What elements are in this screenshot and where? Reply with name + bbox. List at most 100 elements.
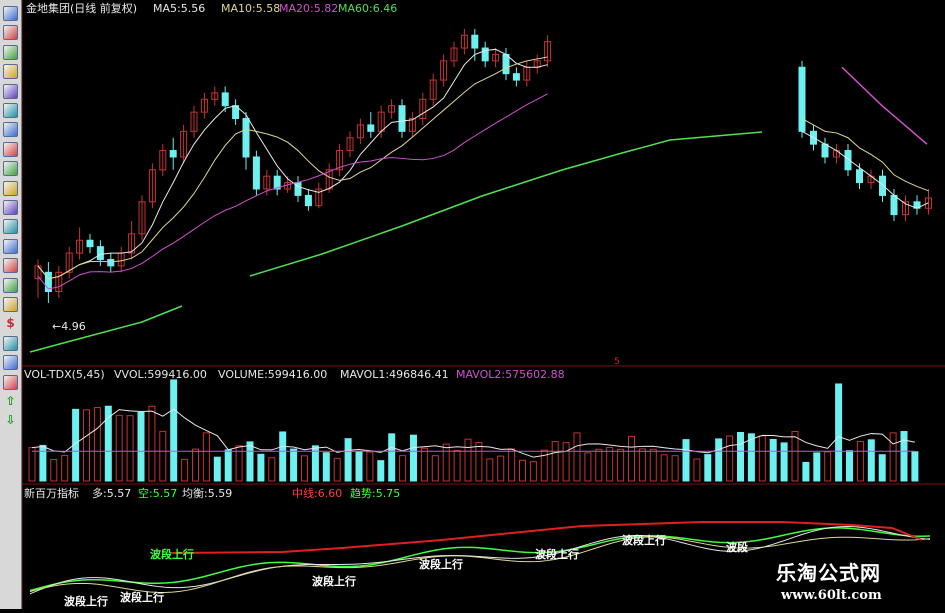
volume-bar	[693, 458, 701, 482]
volume-bar	[192, 448, 199, 482]
tool-icon[interactable]	[3, 335, 18, 351]
kline-icon[interactable]	[3, 6, 18, 21]
volume-bar	[726, 435, 734, 482]
trend-icon[interactable]	[3, 25, 18, 41]
price-candle	[502, 53, 510, 75]
price-candle	[879, 175, 886, 196]
volume-bar	[835, 383, 843, 482]
volume-bar	[431, 455, 439, 482]
price-marker: 5	[614, 357, 620, 367]
price-candle	[242, 118, 250, 158]
volume-bar	[268, 457, 276, 482]
volume-bar	[900, 431, 908, 482]
volume-bar	[170, 379, 178, 482]
volume-bar	[148, 405, 156, 482]
volume-bar	[159, 430, 167, 482]
volume-bar	[50, 459, 58, 482]
volume-bar	[802, 461, 810, 482]
volume-bar	[889, 432, 897, 482]
chart-icon[interactable]	[3, 44, 18, 60]
volume-bar	[508, 448, 516, 482]
window-icon[interactable]	[3, 258, 18, 274]
volume-bar	[290, 448, 298, 482]
volume-bar	[856, 440, 864, 482]
volume-label: VOLUME:599416.00	[218, 368, 328, 381]
note-icon[interactable]	[3, 180, 18, 196]
volume-bar	[660, 454, 668, 482]
chart-area: 5 金地集团(日线 前复权) MA5:5.56 MA10:5.58 MA20:5…	[21, 0, 945, 609]
volume-bar	[562, 442, 570, 482]
main-chart-title: 金地集团(日线 前复权)	[26, 2, 138, 15]
users-icon[interactable]	[3, 161, 18, 177]
volume-bar	[846, 450, 853, 482]
price-candle	[821, 143, 829, 158]
volume-bar	[758, 435, 766, 482]
duo-label: 多:5.57	[92, 487, 132, 500]
volume-bar	[551, 441, 559, 482]
vol-indicator-name: VOL-TDX(5,45)	[24, 368, 105, 381]
window-icon[interactable]	[3, 238, 18, 254]
grid-icon[interactable]	[3, 103, 18, 118]
volume-bar	[813, 452, 821, 482]
volume-bar	[388, 433, 396, 482]
table-icon[interactable]	[3, 64, 18, 80]
price-candle	[398, 105, 406, 132]
wave-label-1: 波段上行	[150, 548, 194, 561]
wave-label-2: 波段上行	[64, 595, 108, 608]
volume-bar	[246, 441, 254, 482]
volume-bar	[355, 451, 363, 482]
mail-icon[interactable]	[3, 141, 18, 157]
price-candle	[86, 239, 94, 248]
chart-icon[interactable]	[3, 122, 18, 138]
volume-bar	[224, 449, 232, 482]
wave-label-4: 波段上行	[312, 575, 356, 588]
volume-bar	[93, 407, 101, 482]
arrow-up-icon[interactable]: ⇧	[3, 394, 18, 409]
volume-bar	[486, 458, 494, 482]
wave-label-6: 波段上行	[535, 548, 579, 561]
volume-bar	[704, 454, 712, 482]
volume-bar	[181, 458, 189, 482]
vvol-label: VVOL:599416.00	[114, 368, 207, 381]
ma5-line	[801, 130, 929, 209]
price-candle	[252, 156, 260, 190]
list-icon[interactable]	[3, 83, 18, 99]
volume-bar	[83, 409, 90, 482]
mavol2-label: MAVOL2:575602.88	[456, 368, 565, 381]
price-candle	[367, 124, 375, 132]
volume-bar	[257, 453, 265, 482]
price-candle	[221, 92, 229, 107]
volume-bar	[213, 456, 221, 482]
grid-icon[interactable]	[3, 277, 18, 293]
volume-bar	[39, 444, 47, 482]
volume-bar	[595, 448, 603, 482]
volume-bar	[617, 448, 625, 482]
volume-bar	[420, 447, 428, 482]
ma10-label: MA10:5.58	[221, 2, 281, 15]
ma20-label: MA20:5.82	[279, 2, 339, 15]
volume-bar	[115, 414, 123, 482]
volume-bar	[322, 452, 330, 482]
watermark-name: 乐淘公式网	[776, 561, 881, 585]
junheng-label: 均衡:5.59	[182, 487, 233, 500]
ma5-label: MA5:5.56	[153, 2, 206, 15]
dropdown-icon[interactable]	[3, 219, 18, 235]
volume-bar	[584, 452, 592, 482]
export-icon[interactable]	[3, 355, 18, 371]
volume-bar	[475, 441, 483, 482]
window-icon[interactable]	[3, 200, 18, 215]
qushi-label: 趋势:5.75	[350, 487, 401, 500]
volume-bar	[671, 455, 679, 482]
table-icon[interactable]	[3, 297, 18, 312]
volume-bar	[791, 431, 799, 482]
volume-bar	[737, 432, 744, 482]
pen-icon[interactable]	[3, 374, 18, 390]
watermark-url: www.60lt.com	[781, 588, 882, 603]
volume-bar	[867, 439, 875, 482]
dollar-icon[interactable]: $	[3, 316, 18, 331]
ma20-line	[841, 66, 928, 145]
price-candle	[304, 194, 312, 207]
arrow-down-icon[interactable]: ⇩	[3, 413, 18, 428]
kong-label: 空:5.57	[138, 487, 178, 500]
price-candle	[856, 169, 863, 184]
